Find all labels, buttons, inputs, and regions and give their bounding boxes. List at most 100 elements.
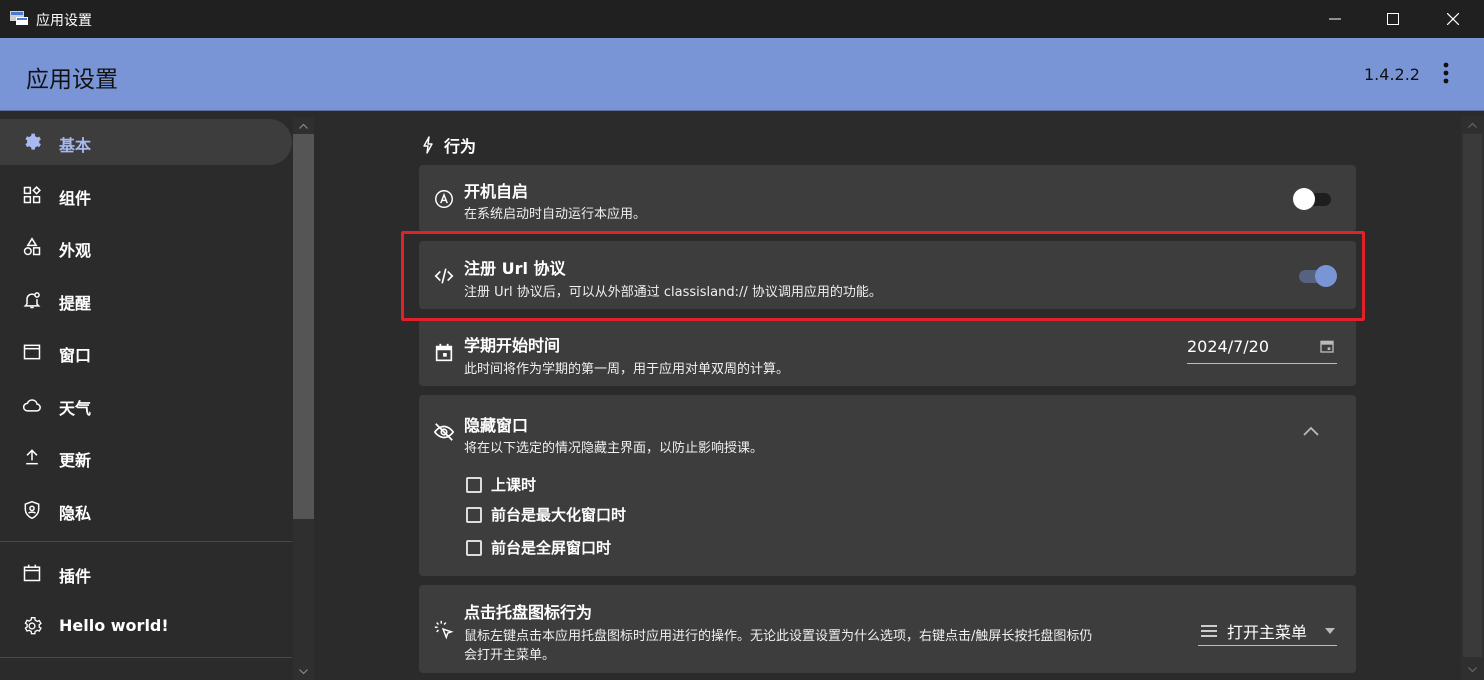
window-icon [23, 344, 41, 360]
checkbox-label: 前台是全屏窗口时 [491, 539, 612, 557]
sidebar: 基本 组件 外观 提醒 窗口 天气 更新 隐私 插件 Hello world! [0, 112, 316, 680]
sidebar-item-widgets[interactable]: 组件 [0, 172, 292, 218]
sidebar-item-label: 窗口 [59, 346, 92, 365]
page-title: 应用设置 [26, 67, 118, 93]
checkbox-label: 前台是最大化窗口时 [491, 506, 627, 524]
gear-icon [24, 617, 42, 635]
autostart-toggle[interactable] [1293, 188, 1335, 210]
sidebar-item-privacy[interactable]: 隐私 [0, 487, 292, 533]
sidebar-divider [0, 541, 292, 542]
shield-icon [24, 500, 40, 520]
calendar-icon[interactable] [1319, 338, 1335, 354]
sidebar-item-plugins[interactable]: 插件 [0, 550, 292, 596]
setting-title: 隐藏窗口 [464, 416, 529, 435]
hide-window-card: 隐藏窗口 将在以下选定的情况隐藏主界面，以防止影响授课。 上课时 前台是最大化窗… [419, 395, 1356, 576]
menu-icon [1201, 625, 1217, 637]
widgets-icon [23, 186, 41, 204]
sidebar-scrollbar[interactable] [293, 117, 314, 680]
calendar-icon [23, 564, 41, 582]
bolt-icon [423, 136, 433, 154]
sidebar-item-label: 组件 [59, 189, 92, 208]
sidebar-divider [0, 657, 292, 658]
upload-icon [26, 449, 38, 465]
sidebar-item-basic[interactable]: 基本 [0, 119, 292, 165]
sidebar-item-reminder[interactable]: 提醒 [0, 277, 292, 323]
semester-start-card: 学期开始时间 此时间将作为学期的第一周，用于应用对单双周的计算。 2024/7/… [419, 318, 1356, 386]
sidebar-item-label: 隐私 [59, 504, 92, 523]
scroll-up-button[interactable] [1461, 116, 1484, 133]
scroll-down-button[interactable] [293, 663, 314, 680]
sidebar-item-update[interactable]: 更新 [0, 434, 292, 480]
shapes-icon [23, 237, 41, 256]
setting-title: 点击托盘图标行为 [464, 603, 593, 622]
sidebar-item-appearance[interactable]: 外观 [0, 224, 292, 270]
setting-description: 将在以下选定的情况隐藏主界面，以防止影响授课。 [464, 441, 764, 456]
scrollbar-thumb[interactable] [1463, 134, 1482, 657]
minimize-button[interactable] [1306, 0, 1364, 38]
sidebar-item-label: 提醒 [59, 294, 92, 313]
maximize-icon [1387, 13, 1399, 25]
chevron-up-icon [1468, 122, 1477, 128]
maximize-button[interactable] [1364, 0, 1422, 38]
close-icon [1447, 13, 1459, 25]
sidebar-item-window[interactable]: 窗口 [0, 329, 292, 375]
tray-behavior-card: 点击托盘图标行为 鼠标左键点击本应用托盘图标时应用进行的操作。无论此设置设置为什… [419, 585, 1356, 673]
tray-action-select[interactable]: 打开主菜单 [1198, 616, 1337, 646]
url-protocol-card: 注册 Url 协议 注册 Url 协议后，可以从外部通过 classisland… [419, 241, 1356, 309]
hide-option-maximized[interactable]: 前台是最大化窗口时 [466, 504, 626, 525]
gear-icon [25, 133, 41, 150]
close-button[interactable] [1424, 0, 1482, 38]
sidebar-item-label: 外观 [59, 241, 92, 260]
cloud-icon [22, 399, 41, 412]
bell-icon [23, 292, 41, 309]
chevron-up-icon [299, 123, 308, 129]
setting-description: 注册 Url 协议后，可以从外部通过 classisland:// 协议调用应用… [464, 285, 882, 300]
date-value: 2024/7/20 [1187, 337, 1270, 356]
select-value: 打开主菜单 [1227, 623, 1308, 642]
chevron-down-icon [299, 668, 308, 674]
scroll-up-button[interactable] [293, 117, 314, 134]
click-icon [434, 620, 454, 640]
section-title: 行为 [444, 137, 477, 156]
more-menu-button[interactable] [1436, 62, 1456, 88]
chevron-down-icon [1468, 666, 1477, 672]
app-icon [10, 11, 28, 25]
minimize-icon [1329, 18, 1341, 20]
checkbox[interactable] [466, 476, 482, 493]
semester-date-picker[interactable]: 2024/7/20 [1187, 330, 1337, 364]
checkbox[interactable] [466, 539, 482, 556]
sidebar-item-label: 基本 [59, 136, 92, 155]
scroll-down-button[interactable] [1461, 661, 1484, 678]
window-title: 应用设置 [36, 13, 92, 29]
hide-option-in-class[interactable]: 上课时 [466, 474, 536, 495]
url-protocol-toggle[interactable] [1295, 265, 1337, 287]
setting-description: 鼠标左键点击本应用托盘图标时应用进行的操作。无论此设置设置为什么选项，右键点击/… [464, 629, 1093, 644]
setting-title: 开机自启 [464, 182, 529, 201]
sidebar-item-hello-world[interactable]: Hello world! [0, 603, 292, 649]
title-bar: 应用设置 [0, 0, 1484, 38]
app-header: 应用设置 1.4.2.2 [0, 38, 1484, 111]
section-header: 行为 [422, 133, 476, 157]
sidebar-item-label: 更新 [59, 451, 92, 470]
sidebar-item-label: 天气 [59, 399, 92, 418]
eye-off-icon [433, 423, 455, 441]
main-content: 行为 开机自启 在系统启动时自动运行本应用。 注册 Url 协议 注册 Url … [316, 112, 1460, 680]
dropdown-arrow-icon [1325, 628, 1335, 634]
setting-description-continued: 会打开主菜单。 [464, 648, 556, 663]
checkbox[interactable] [466, 506, 482, 523]
hide-option-fullscreen[interactable]: 前台是全屏窗口时 [466, 537, 611, 558]
main-scrollbar[interactable] [1461, 116, 1484, 680]
checkbox-label: 上课时 [491, 476, 537, 494]
calendar-icon [435, 343, 453, 362]
more-vert-icon [1443, 62, 1449, 84]
setting-description: 此时间将作为学期的第一周，用于应用对单双周的计算。 [464, 362, 790, 377]
setting-title: 注册 Url 协议 [464, 259, 566, 278]
chevron-up-icon[interactable] [1303, 426, 1319, 436]
setting-title: 学期开始时间 [464, 336, 561, 355]
version-label: 1.4.2.2 [1364, 65, 1420, 84]
sidebar-item-weather[interactable]: 天气 [0, 382, 292, 428]
code-icon [434, 268, 454, 284]
setting-description: 在系统启动时自动运行本应用。 [464, 207, 647, 222]
autostart-card: 开机自启 在系统启动时自动运行本应用。 [419, 165, 1356, 232]
scrollbar-thumb[interactable] [293, 134, 314, 519]
